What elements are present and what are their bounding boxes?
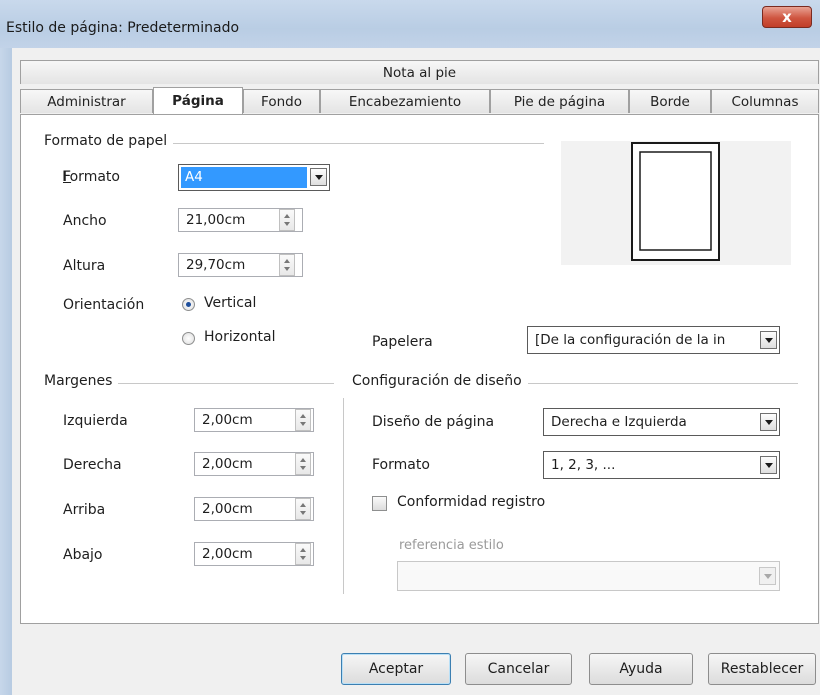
section-title-layout: Configuración de diseño	[352, 373, 528, 389]
page-layout-label: Diseño de página	[372, 414, 495, 430]
paper-tray-value: [De la configuración de la in	[535, 332, 726, 348]
paper-tray-dropdown-button[interactable]	[760, 331, 777, 349]
tab-label: Pie de página	[513, 93, 606, 110]
spin-up-icon	[300, 503, 306, 507]
paper-tray-label: Papelera	[372, 334, 433, 350]
tab-nota-al-pie[interactable]: Nota al pie	[20, 60, 819, 84]
width-value: 21,00cm	[186, 212, 246, 228]
chevron-down-icon	[315, 175, 323, 180]
radio-vertical-label[interactable]: Vertical	[204, 295, 256, 311]
tab-label: Borde	[650, 93, 690, 110]
page-layout-dropdown-button[interactable]	[760, 413, 777, 431]
format-label: FFormato	[62, 169, 120, 185]
tab-label: Página	[172, 93, 224, 109]
margin-left-label: Izquierda	[63, 413, 128, 429]
radio-vertical[interactable]	[182, 298, 195, 311]
height-value: 29,70cm	[186, 257, 246, 273]
page-layout-select[interactable]: Derecha e Izquierda	[543, 408, 780, 436]
radio-horizontal[interactable]	[182, 332, 195, 345]
spin-down-icon	[300, 511, 306, 515]
page-layout-value: Derecha e Izquierda	[551, 414, 687, 430]
spin-down-icon	[284, 267, 290, 271]
tab-borde[interactable]: Borde	[629, 89, 711, 113]
ok-button[interactable]: Aceptar	[341, 653, 451, 685]
width-spinner[interactable]	[279, 209, 295, 231]
window-title: Estilo de página: Predeterminado	[6, 20, 240, 36]
spin-down-icon	[300, 466, 306, 470]
orientation-label: Orientación	[63, 297, 145, 313]
spin-up-icon	[300, 414, 306, 418]
section-title-margins: Margenes	[44, 373, 119, 389]
page-preview	[561, 141, 791, 265]
margin-top-spinner[interactable]	[295, 498, 311, 520]
vertical-separator	[343, 398, 344, 594]
margin-right-value: 2,00cm	[202, 456, 253, 472]
tab-label: Fondo	[261, 93, 302, 110]
register-true-label[interactable]: Conformidad registro	[397, 494, 545, 510]
section-title-paper: Formato de papel	[44, 133, 174, 149]
margin-top-label: Arriba	[63, 502, 106, 518]
margin-top-value: 2,00cm	[202, 501, 253, 517]
layout-format-dropdown-button[interactable]	[760, 456, 777, 474]
help-button[interactable]: Ayuda	[589, 653, 693, 685]
format-value: A4	[181, 167, 307, 188]
spin-down-icon	[300, 422, 306, 426]
layout-format-select[interactable]: 1, 2, 3, ...	[543, 451, 780, 479]
reference-style-dropdown-button[interactable]	[759, 567, 776, 585]
height-label: Altura	[63, 258, 106, 274]
chevron-down-icon	[765, 463, 773, 468]
register-true-checkbox[interactable]	[372, 496, 387, 511]
margin-bottom-spinner[interactable]	[295, 543, 311, 565]
tab-pagina[interactable]: Página	[153, 87, 243, 114]
tab-label: Columnas	[731, 93, 799, 110]
format-label-text: Formato	[62, 169, 120, 185]
width-label: Ancho	[63, 213, 107, 229]
margin-bottom-value: 2,00cm	[202, 546, 253, 562]
page-preview-icon	[631, 142, 720, 261]
layout-format-value: 1, 2, 3, ...	[551, 457, 616, 473]
tab-label: Encabezamiento	[348, 93, 462, 110]
window-frame	[0, 48, 12, 695]
tab-columnas[interactable]: Columnas	[711, 89, 819, 113]
radio-horizontal-label[interactable]: Horizontal	[204, 329, 275, 345]
paper-tray-select[interactable]: [De la configuración de la in	[527, 326, 780, 354]
tab-encabezamiento[interactable]: Encabezamiento	[320, 89, 490, 113]
chevron-down-icon	[765, 338, 773, 343]
height-spinner[interactable]	[279, 254, 295, 276]
margin-left-spinner[interactable]	[295, 409, 311, 431]
layout-format-label: Formato	[372, 457, 430, 473]
margin-right-spinner[interactable]	[295, 453, 311, 475]
reference-style-select[interactable]	[397, 561, 780, 591]
spin-down-icon	[300, 556, 306, 560]
tab-label: Administrar	[47, 93, 126, 110]
spin-up-icon	[300, 458, 306, 462]
margin-left-value: 2,00cm	[202, 412, 253, 428]
spin-up-icon	[300, 548, 306, 552]
close-button[interactable]: x	[762, 6, 812, 28]
reset-button[interactable]: Restablecer	[708, 653, 816, 685]
spin-up-icon	[284, 259, 290, 263]
cancel-button[interactable]: Cancelar	[465, 653, 572, 685]
margin-right-label: Derecha	[63, 457, 122, 473]
reference-style-label: referencia estilo	[399, 538, 504, 553]
margin-bottom-label: Abajo	[63, 547, 103, 563]
spin-down-icon	[284, 222, 290, 226]
tab-administrar[interactable]: Administrar	[20, 89, 153, 113]
spin-up-icon	[284, 214, 290, 218]
tab-fondo[interactable]: Fondo	[243, 89, 320, 113]
chevron-down-icon	[764, 574, 772, 579]
chevron-down-icon	[765, 420, 773, 425]
tab-label: Nota al pie	[382, 64, 457, 81]
format-dropdown-button[interactable]	[310, 168, 327, 186]
format-select[interactable]: A4	[178, 164, 330, 191]
tab-pie-de-pagina[interactable]: Pie de página	[490, 89, 629, 113]
